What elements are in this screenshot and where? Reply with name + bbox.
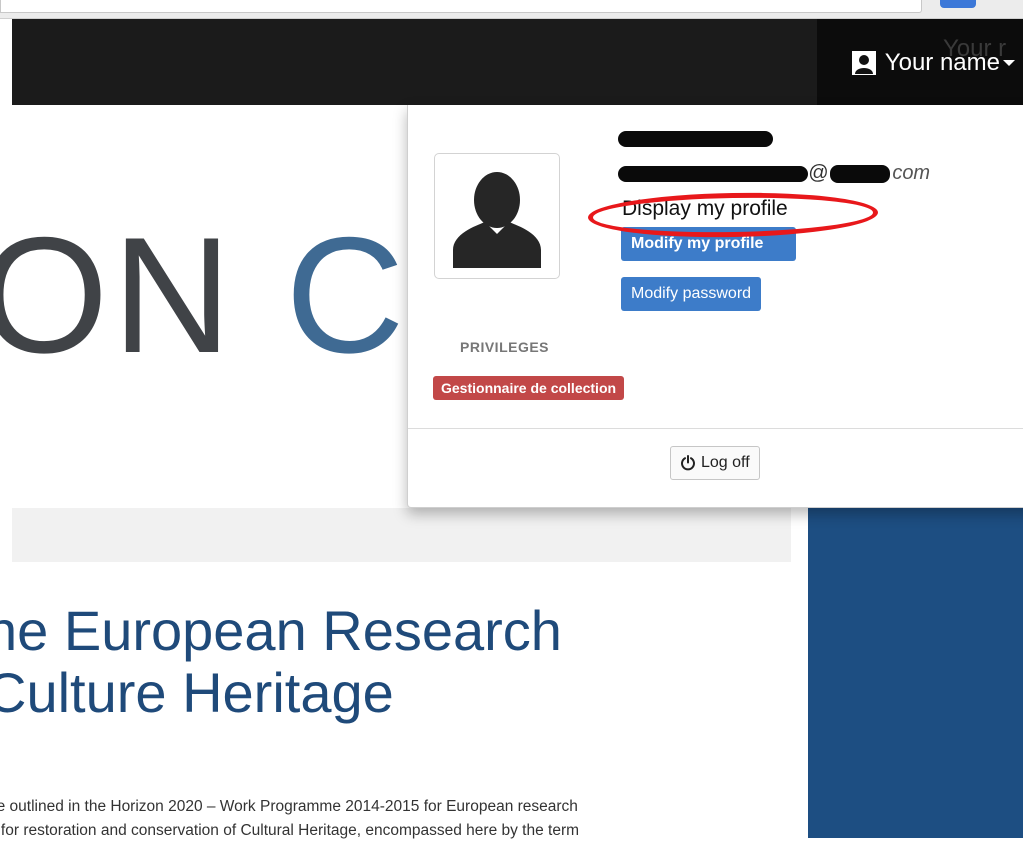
user-email: @ com [618, 162, 930, 185]
logoff-label: Log off [701, 454, 750, 471]
caret-down-icon [1003, 60, 1015, 66]
email-redacted-part [618, 165, 808, 182]
email-at: @ [808, 162, 829, 184]
power-icon [681, 455, 695, 471]
navbar-user-area: Your r Your name [817, 19, 1023, 105]
privilege-badge: Gestionnaire de collection [433, 376, 625, 400]
gray-band [12, 508, 791, 562]
title-line-1: he European Research [0, 599, 562, 662]
side-panel [808, 508, 1023, 838]
modify-profile-label: Modify my profile [631, 235, 764, 252]
body-paragraph: ge outlined in the Horizon 2020 – Work P… [0, 795, 808, 843]
page-title: he European Research Culture Heritage [0, 600, 776, 724]
avatar-silhouette-icon [453, 172, 541, 268]
modify-password-button[interactable]: Modify password [621, 277, 762, 311]
user-name-redacted [618, 131, 773, 147]
email-tld: com [892, 162, 931, 184]
body-line-1: ge outlined in the Horizon 2020 – Work P… [0, 798, 578, 815]
privileges-heading: PRIVILEGES [460, 339, 550, 355]
user-menu-label: Your name [884, 49, 1000, 76]
dropdown-divider [408, 428, 1023, 429]
browser-chrome [0, 0, 1023, 19]
email-redacted-domain [830, 164, 891, 183]
address-bar[interactable] [0, 0, 922, 13]
user-dropdown-menu: @ com Modify my profile Display my profi… [407, 105, 1023, 508]
top-navbar: Your r Your name [12, 19, 1023, 105]
hero-dark-text: ON [0, 203, 236, 387]
logoff-button[interactable]: Log off [670, 446, 760, 480]
browser-action-button[interactable] [940, 0, 976, 8]
title-line-2: Culture Heritage [0, 661, 394, 724]
user-menu-toggle[interactable]: Your name [851, 49, 1015, 77]
avatar [434, 153, 560, 279]
user-silhouette-icon [851, 51, 876, 75]
body-line-2: e for restoration and conservation of Cu… [0, 822, 580, 839]
